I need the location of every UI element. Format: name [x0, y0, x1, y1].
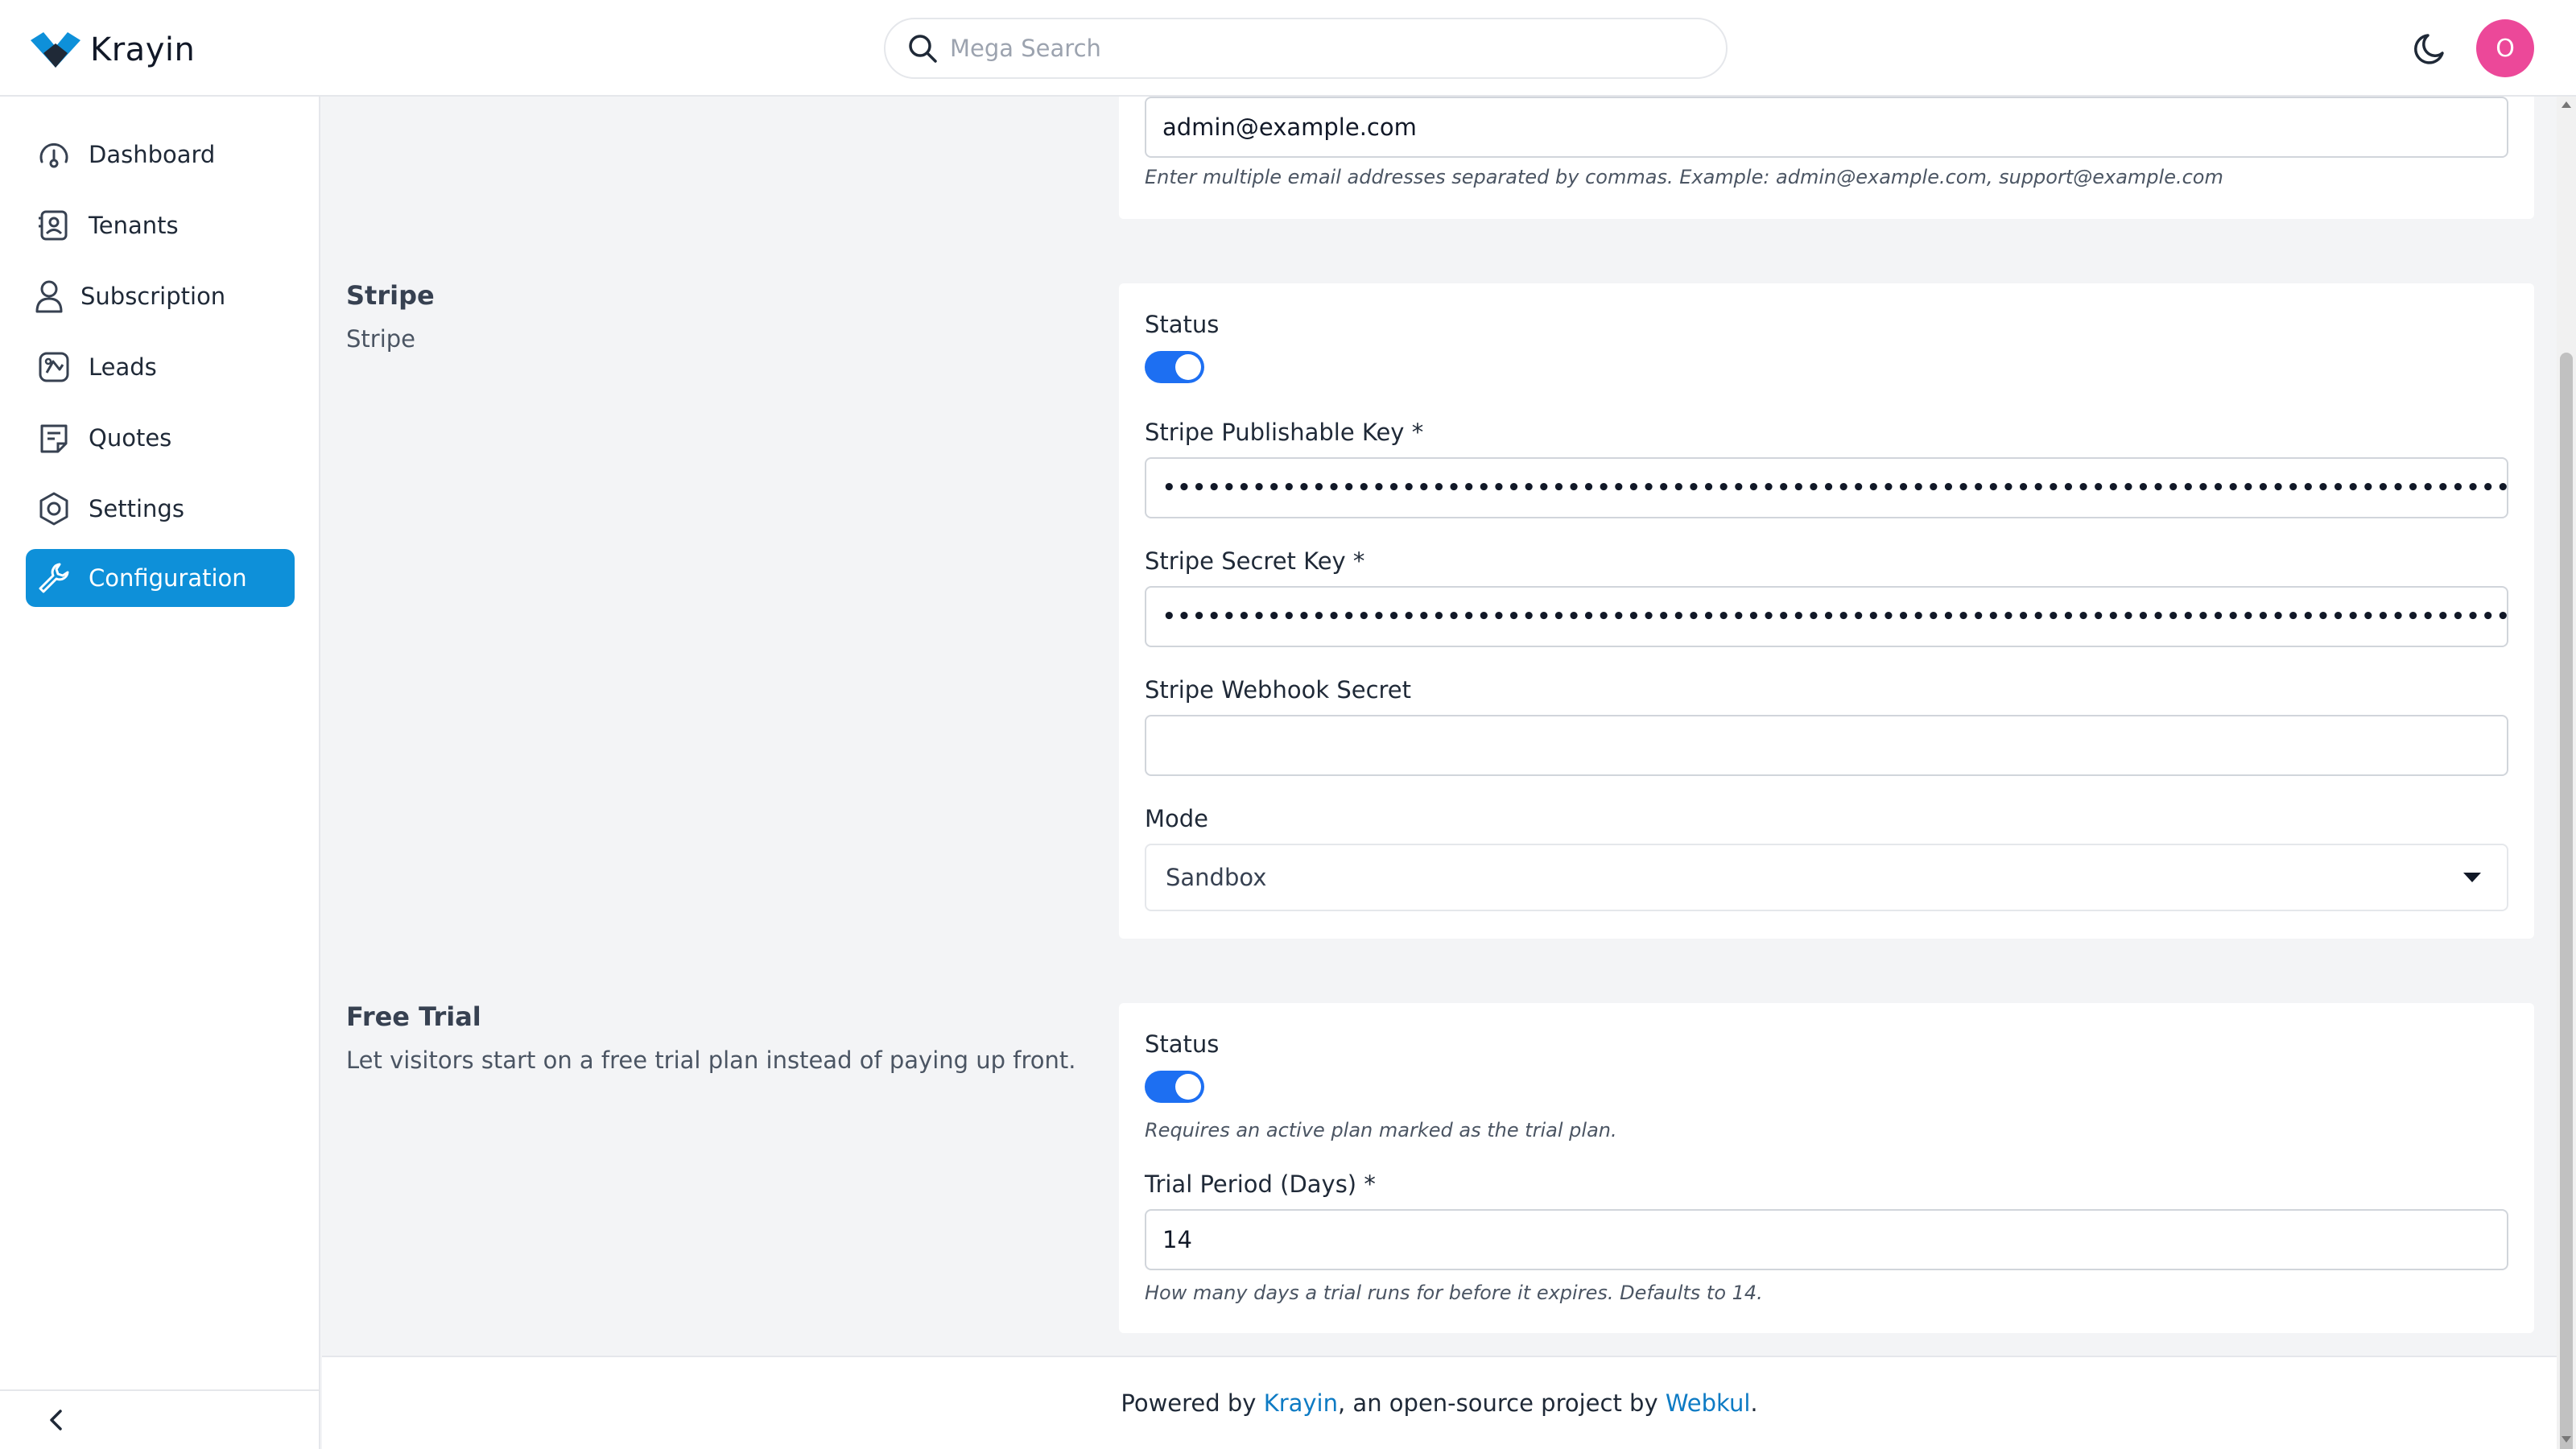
footer-suffix: . — [1750, 1389, 1758, 1417]
chevron-left-icon — [50, 1410, 62, 1430]
quotes-icon — [40, 424, 68, 453]
collapse-sidebar-button[interactable] — [40, 1404, 72, 1436]
stripe-section-title: Stripe — [346, 280, 435, 311]
footer-prefix: Powered by — [1121, 1389, 1264, 1417]
webkul-link[interactable]: Webkul — [1666, 1389, 1751, 1417]
stripe-status-label: Status — [1145, 311, 1220, 338]
trial-period-field[interactable]: 14 — [1145, 1209, 2508, 1270]
email-hint: Enter multiple email addresses separated… — [1145, 166, 2223, 188]
app-name: Krayin — [90, 31, 196, 68]
krayin-link[interactable]: Krayin — [1264, 1389, 1338, 1417]
sidebar-divider — [0, 1389, 320, 1391]
search-icon — [909, 35, 937, 63]
stripe-section-description: Stripe — [346, 325, 416, 353]
user-icon — [35, 280, 63, 313]
sidebar-item-quotes[interactable]: Quotes — [26, 409, 295, 467]
mega-search[interactable] — [884, 18, 1728, 79]
stripe-status-toggle[interactable] — [1145, 351, 1204, 383]
leads-icon — [39, 352, 69, 382]
sidebar-item-label: Tenants — [89, 212, 179, 239]
sidebar-item-label: Dashboard — [89, 141, 216, 168]
user-avatar[interactable]: O — [2476, 19, 2534, 77]
scroll-thumb[interactable] — [2560, 353, 2573, 1449]
trial-period-label: Trial Period (Days) * — [1145, 1170, 1376, 1198]
stripe-webhook-secret-field[interactable] — [1145, 715, 2508, 776]
main-content: admin@example.com Enter multiple email a… — [322, 97, 2557, 1354]
free-trial-section-title: Free Trial — [346, 1001, 481, 1032]
footer-middle: , an open-source project by — [1338, 1389, 1666, 1417]
krayin-logo-icon — [31, 32, 80, 68]
krayin-logo[interactable]: Krayin — [29, 29, 195, 71]
avatar-initial: O — [2496, 34, 2515, 63]
page-scrollbar[interactable] — [2557, 97, 2576, 1449]
settings-icon — [39, 492, 68, 526]
scroll-up-arrow[interactable] — [2562, 101, 2571, 108]
sidebar: Dashboard Tenants Subscription Leads Quo… — [0, 97, 320, 1449]
search-input[interactable] — [950, 35, 1674, 62]
stripe-mode-value: Sandbox — [1166, 864, 1267, 891]
email-card: admin@example.com Enter multiple email a… — [1119, 97, 2534, 219]
sidebar-item-label: Configuration — [89, 564, 247, 592]
dashboard-icon — [39, 143, 68, 168]
stripe-secret-key-field[interactable]: ••••••••••••••••••••••••••••••••••••••••… — [1145, 586, 2508, 647]
stripe-publishable-key-field[interactable]: ••••••••••••••••••••••••••••••••••••••••… — [1145, 457, 2508, 518]
stripe-card: Status Stripe Publishable Key * ••••••••… — [1119, 283, 2534, 939]
free-trial-status-hint: Requires an active plan marked as the tr… — [1145, 1119, 1617, 1141]
sidebar-item-settings[interactable]: Settings — [26, 480, 295, 538]
scroll-down-arrow[interactable] — [2562, 1436, 2571, 1443]
top-header: Krayin O — [0, 0, 2576, 97]
sidebar-item-label: Quotes — [89, 424, 172, 452]
sidebar-item-subscription[interactable]: Subscription — [26, 267, 295, 325]
wrench-icon — [39, 563, 69, 593]
trial-period-hint: How many days a trial runs for before it… — [1145, 1282, 1763, 1304]
caret-down-icon — [2463, 873, 2481, 882]
stripe-secret-key-label: Stripe Secret Key * — [1145, 547, 1365, 575]
free-trial-card: Status Requires an active plan marked as… — [1119, 1003, 2534, 1333]
sidebar-item-label: Settings — [89, 495, 184, 522]
sidebar-item-tenants[interactable]: Tenants — [26, 196, 295, 254]
sidebar-item-label: Leads — [89, 353, 157, 381]
footer: Powered by Krayin , an open-source proje… — [322, 1356, 2557, 1449]
stripe-publishable-key-label: Stripe Publishable Key * — [1145, 419, 1424, 446]
admin-email-field[interactable]: admin@example.com — [1145, 97, 2508, 158]
free-trial-status-toggle[interactable] — [1145, 1071, 1204, 1103]
free-trial-section-description: Let visitors start on a free trial plan … — [346, 1046, 1076, 1074]
sidebar-item-label: Subscription — [80, 283, 226, 310]
sidebar-item-leads[interactable]: Leads — [26, 338, 295, 396]
stripe-webhook-secret-label: Stripe Webhook Secret — [1145, 676, 1412, 704]
free-trial-status-label: Status — [1145, 1030, 1220, 1058]
stripe-mode-select[interactable]: Sandbox — [1145, 844, 2508, 911]
sidebar-item-configuration[interactable]: Configuration — [26, 549, 295, 607]
stripe-mode-label: Mode — [1145, 805, 1209, 832]
dark-mode-toggle[interactable] — [2410, 27, 2452, 69]
sidebar-item-dashboard[interactable]: Dashboard — [26, 126, 295, 184]
tenants-icon — [39, 210, 68, 241]
moon-icon — [2414, 34, 2444, 64]
